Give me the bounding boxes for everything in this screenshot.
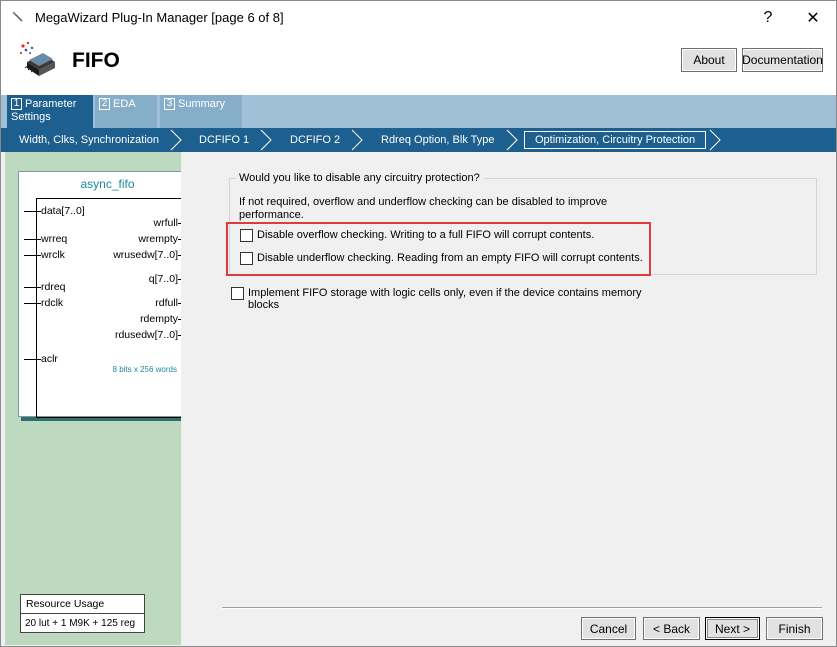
window-title: MegaWizard Plug-In Manager [page 6 of 8] (35, 10, 284, 25)
pin-label: wrfull (153, 217, 178, 229)
pin-aclr: aclr (24, 353, 58, 365)
resource-usage-value: 20 lut + 1 M9K + 125 reg (25, 618, 136, 629)
pin-wrfull: wrfull (153, 217, 195, 229)
pin-wire (24, 211, 41, 212)
tab-number: 1 (11, 98, 22, 110)
pin-rdreq: rdreq (24, 281, 66, 293)
page-title: FIFO (72, 49, 120, 72)
pin-wire (24, 359, 41, 360)
close-button[interactable]: ✕ (790, 1, 836, 34)
pin-rdempty: rdempty (140, 313, 195, 325)
pin-label: rdusedw[7..0] (114, 329, 178, 341)
tab-strip: 1 Parameter Settings 2 EDA 3 Summary (1, 95, 836, 128)
pin-label: rdreq (41, 281, 66, 293)
step-dcfifo-2[interactable]: DCFIFO 2 (290, 128, 340, 152)
step-rdreq-option[interactable]: Rdreq Option, Blk Type (381, 128, 495, 152)
checkbox-box[interactable] (240, 229, 253, 242)
chevron-right-icon (351, 129, 363, 151)
checkbox-box[interactable] (240, 252, 253, 265)
disable-overflow-checkbox[interactable]: Disable overflow checking. Writing to a … (240, 229, 594, 242)
tab-label: EDA (113, 98, 136, 110)
about-button[interactable]: About (681, 48, 737, 72)
pin-wire (24, 303, 41, 304)
tab-eda[interactable]: 2 EDA (95, 95, 157, 128)
chevron-right-icon (170, 129, 182, 151)
step-width-clks[interactable]: Width, Clks, Synchronization (19, 128, 159, 152)
disable-underflow-checkbox[interactable]: Disable underflow checking. Reading from… (240, 252, 643, 265)
resource-usage-box: Resource Usage 20 lut + 1 M9K + 125 reg (20, 594, 145, 633)
megafunction-chip-icon (19, 41, 55, 76)
step-optimization[interactable]: Optimization, Circuitry Protection (524, 131, 707, 149)
logic-cells-checkbox[interactable]: Implement FIFO storage with logic cells … (231, 287, 651, 311)
pin-label: rdfull (155, 297, 178, 309)
cancel-button[interactable]: Cancel (581, 617, 636, 640)
step-bar: Width, Clks, Synchronization DCFIFO 1 DC… (1, 128, 836, 152)
pin-rdfull: rdfull (155, 297, 195, 309)
pin-wire (24, 255, 41, 256)
chevron-right-icon (709, 129, 721, 151)
protection-description: If not required, overflow and underflow … (239, 196, 608, 221)
pin-label: rdclk (41, 297, 64, 309)
resource-usage-title: Resource Usage (21, 595, 144, 614)
symbol-size-note: 8 bits x 256 words (112, 365, 177, 374)
checkbox-label: Implement FIFO storage with logic cells … (248, 287, 642, 311)
tab-number: 3 (164, 98, 175, 110)
pin-wire (24, 287, 41, 288)
back-button[interactable]: < Back (643, 617, 700, 640)
pin-label: wrusedw[7..0] (113, 249, 178, 261)
tab-number: 2 (99, 98, 110, 110)
pin-rdusedw: rdusedw[7..0] (114, 329, 195, 341)
tab-parameter-settings[interactable]: 1 Parameter Settings (7, 95, 93, 128)
next-button[interactable]: Next > (705, 617, 760, 640)
wand-icon (12, 11, 23, 22)
pin-wrclk: wrclk (24, 249, 65, 261)
tab-summary[interactable]: 3 Summary (160, 95, 242, 128)
checkbox-label: Disable overflow checking. Writing to a … (257, 229, 595, 241)
main-content: Would you like to disable any circuitry … (181, 152, 836, 645)
pin-q: q[7..0] (148, 273, 195, 285)
step-dcfifo-1[interactable]: DCFIFO 1 (199, 128, 249, 152)
pin-label: wrreq (41, 233, 68, 245)
checkbox-box[interactable] (231, 287, 244, 300)
pin-wrempty: wrempty (138, 233, 195, 245)
chevron-right-icon (260, 129, 272, 151)
pin-label: aclr (41, 353, 58, 365)
wizard-header: FIFO About Documentation (1, 34, 836, 95)
pin-label: wrempty (138, 233, 178, 245)
symbol-name: async_fifo (80, 177, 135, 191)
footer-divider (222, 607, 822, 609)
pin-label: wrclk (41, 249, 65, 261)
wizard-window: MegaWizard Plug-In Manager [page 6 of 8]… (0, 0, 837, 647)
help-button[interactable]: ? (745, 1, 791, 34)
protection-question: Would you like to disable any circuitry … (236, 172, 484, 184)
pin-wrusedw: wrusedw[7..0] (113, 249, 195, 261)
checkbox-label: Disable underflow checking. Reading from… (257, 252, 643, 264)
tab-label: Summary (178, 98, 226, 110)
pin-wrreq: wrreq (24, 233, 68, 245)
fifo-symbol: async_fifo data[7..0] wrreq wrclk rdreq … (18, 171, 197, 418)
finish-button[interactable]: Finish (766, 617, 823, 640)
symbol-body: data[7..0] wrreq wrclk rdreq rdclk aclr … (24, 198, 195, 418)
chevron-right-icon (506, 129, 518, 151)
pin-wire (24, 239, 41, 240)
pin-data: data[7..0] (24, 205, 85, 217)
pin-label: rdempty (140, 313, 178, 325)
pin-label: data[7..0] (41, 205, 85, 217)
pin-label: q[7..0] (148, 273, 178, 285)
title-bar: MegaWizard Plug-In Manager [page 6 of 8]… (1, 1, 836, 34)
pin-rdclk: rdclk (24, 297, 64, 309)
documentation-button[interactable]: Documentation (742, 48, 823, 72)
symbol-panel: async_fifo data[7..0] wrreq wrclk rdreq … (5, 152, 200, 645)
